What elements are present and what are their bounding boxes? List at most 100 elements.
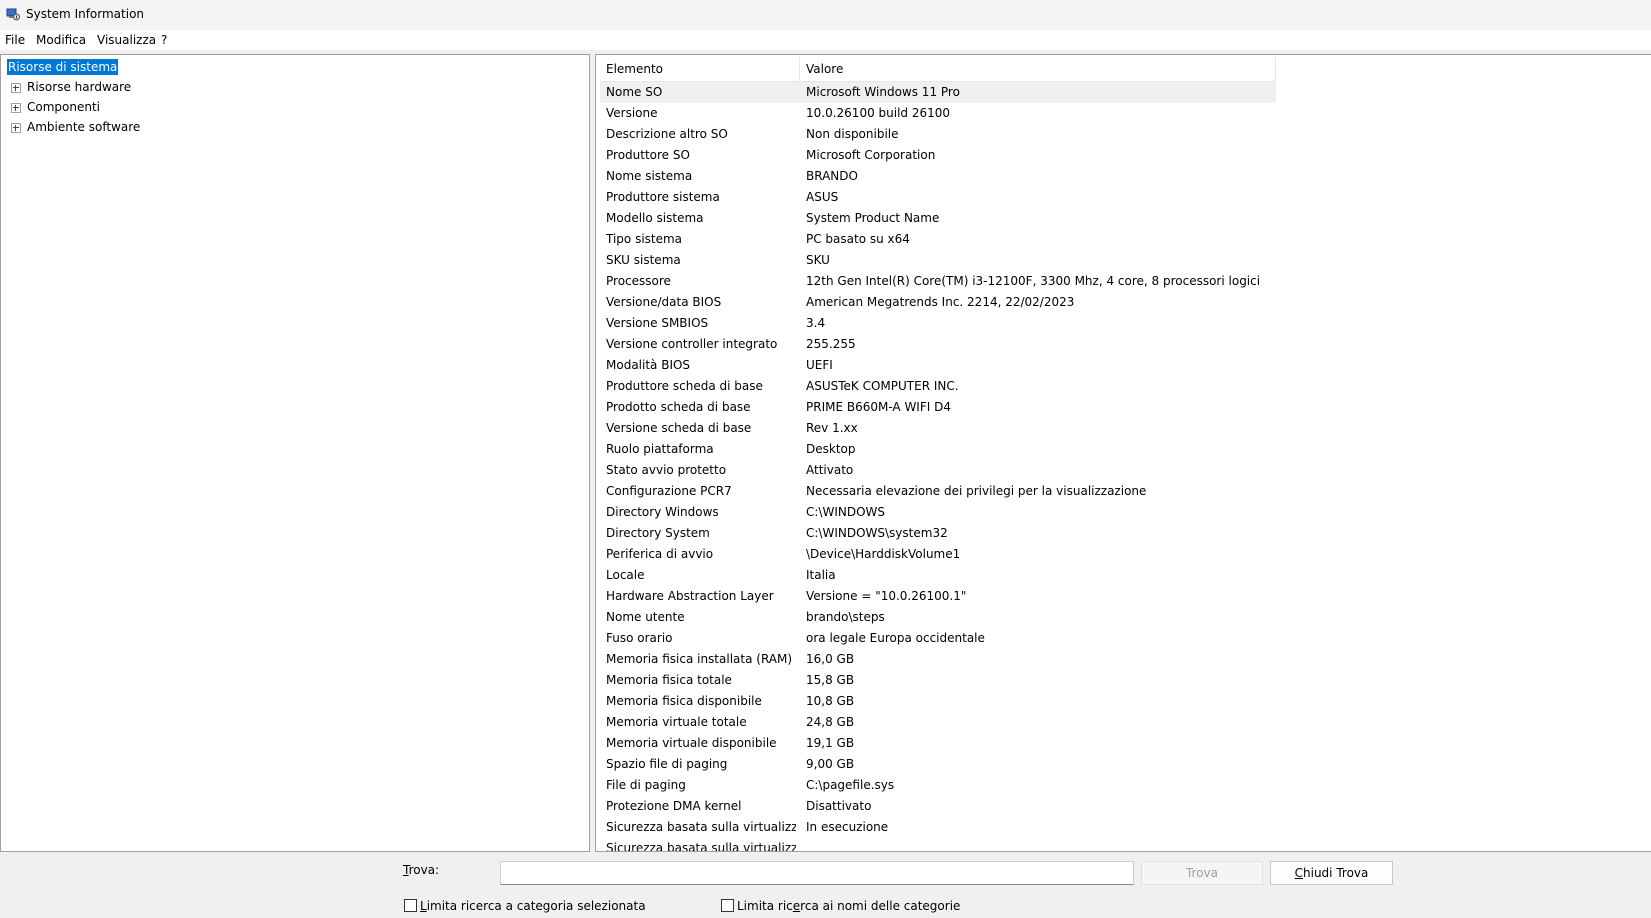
tree-item-hardware-resources[interactable]: Risorse hardware bbox=[11, 79, 131, 95]
table-row[interactable]: Versione SMBIOS 3.4 bbox=[600, 313, 1640, 334]
table-row[interactable]: Produttore SO Microsoft Corporation bbox=[600, 145, 1640, 166]
cell-value: Microsoft Windows 11 Pro bbox=[806, 85, 960, 99]
cell-item: Protezione DMA kernel bbox=[606, 799, 742, 813]
cell-value: ora legale Europa occidentale bbox=[806, 631, 985, 645]
cell-item: Directory Windows bbox=[606, 505, 719, 519]
table-row[interactable]: Memoria fisica disponibile 10,8 GB bbox=[600, 691, 1640, 712]
table-row[interactable]: Periferica di avvio \Device\HarddiskVolum… bbox=[600, 544, 1640, 565]
cell-item: Descrizione altro SO bbox=[606, 127, 728, 141]
table-row[interactable]: Versione 10.0.26100 build 26100 bbox=[600, 103, 1640, 124]
table-row[interactable]: Fuso orario ora legale Europa occidentale bbox=[600, 628, 1640, 649]
column-header-value[interactable]: Valore bbox=[800, 57, 1276, 81]
checkbox-box[interactable] bbox=[404, 899, 417, 912]
menu-help[interactable]: ? bbox=[161, 33, 167, 47]
cell-value: In esecuzione bbox=[806, 820, 889, 834]
close-find-button[interactable]: Chiudi Trova bbox=[1270, 861, 1393, 885]
cell-item: Sicurezza basata sulla virtualizz... bbox=[606, 820, 796, 834]
cell-item: Prodotto scheda di base bbox=[606, 400, 751, 414]
tree-item-label: Risorse hardware bbox=[27, 80, 132, 94]
checkbox-box[interactable] bbox=[721, 899, 734, 912]
tree-item-label: Ambiente software bbox=[27, 120, 141, 134]
table-row[interactable]: Spazio file di paging 9,00 GB bbox=[600, 754, 1640, 775]
cell-item: Modello sistema bbox=[606, 211, 704, 225]
cell-value: 24,8 GB bbox=[806, 715, 855, 729]
cell-value: ASUS bbox=[806, 190, 839, 204]
table-row[interactable]: Configurazione PCR7 Necessaria elevazione… bbox=[600, 481, 1640, 502]
menu-visualizza[interactable]: Visualizza bbox=[97, 33, 156, 47]
cell-value: Non disponibile bbox=[806, 127, 899, 141]
table-row[interactable]: Sicurezza basata sulla virtualizz... In e… bbox=[600, 817, 1640, 838]
table-row[interactable]: Nome sistema BRANDO bbox=[600, 166, 1640, 187]
cell-value: PC basato su x64 bbox=[806, 232, 910, 246]
category-tree[interactable]: Risorse di sistema Risorse hardware Comp… bbox=[0, 54, 590, 852]
table-row[interactable]: Hardware Abstraction Layer Versione = "10… bbox=[600, 586, 1640, 607]
table-row[interactable]: Produttore sistema ASUS bbox=[600, 187, 1640, 208]
cell-value: Disattivato bbox=[806, 799, 872, 813]
table-row[interactable]: Modello sistema System Product Name bbox=[600, 208, 1640, 229]
cell-value: Desktop bbox=[806, 442, 856, 456]
menu-file[interactable]: File bbox=[5, 33, 25, 47]
cell-item: SKU sistema bbox=[606, 253, 681, 267]
table-row[interactable]: Directory System C:\WINDOWS\system32 bbox=[600, 523, 1640, 544]
tree-item-system-summary[interactable]: Risorse di sistema bbox=[5, 58, 120, 76]
table-row[interactable]: Processore 12th Gen Intel(R) Core(TM) i3-… bbox=[600, 271, 1640, 292]
cell-value: 19,1 GB bbox=[806, 736, 855, 750]
column-header-item[interactable]: Elemento bbox=[600, 57, 800, 81]
cell-value: Necessaria elevazione dei privilegi per … bbox=[806, 484, 1147, 498]
table-row[interactable]: Sicurezza basata sulla virtualizz... bbox=[600, 838, 1640, 851]
expand-icon[interactable] bbox=[11, 82, 21, 93]
cell-value: 3.4 bbox=[806, 316, 826, 330]
cell-value: Italia bbox=[806, 568, 836, 582]
details-list[interactable]: Elemento Valore Nome SO Microsoft Windows… bbox=[595, 54, 1651, 852]
table-row[interactable]: Memoria virtuale totale 24,8 GB bbox=[600, 712, 1640, 733]
tree-item-components[interactable]: Componenti bbox=[11, 99, 100, 115]
table-row[interactable]: File di paging C:\pagefile.sys bbox=[600, 775, 1640, 796]
table-row[interactable]: Memoria fisica totale 15,8 GB bbox=[600, 670, 1640, 691]
cell-value: \Device\HarddiskVolume1 bbox=[806, 547, 961, 561]
table-row[interactable]: Versione controller integrato 255.255 bbox=[600, 334, 1640, 355]
limit-names-checkbox[interactable]: Limita ricerca ai nomi delle categorie bbox=[721, 898, 960, 914]
menu-bar: File Modifica Visualizza ? bbox=[0, 30, 1651, 50]
tree-item-software-environment[interactable]: Ambiente software bbox=[11, 119, 140, 135]
cell-value: ASUSTeK COMPUTER INC. bbox=[806, 379, 959, 393]
cell-item: Versione scheda di base bbox=[606, 421, 752, 435]
find-button[interactable]: Trova bbox=[1141, 861, 1263, 885]
table-row[interactable]: Versione/data BIOS American Megatrends In… bbox=[600, 292, 1640, 313]
table-row[interactable]: SKU sistema SKU bbox=[600, 250, 1640, 271]
cell-value: System Product Name bbox=[806, 211, 940, 225]
cell-value: C:\WINDOWS bbox=[806, 505, 886, 519]
cell-item: File di paging bbox=[606, 778, 686, 792]
table-row[interactable]: Tipo sistema PC basato su x64 bbox=[600, 229, 1640, 250]
table-row[interactable]: Memoria virtuale disponibile 19,1 GB bbox=[600, 733, 1640, 754]
cell-value: Attivato bbox=[806, 463, 854, 477]
table-row[interactable]: Produttore scheda di base ASUSTeK COMPUTE… bbox=[600, 376, 1640, 397]
table-row[interactable]: Stato avvio protetto Attivato bbox=[600, 460, 1640, 481]
cell-item: Periferica di avvio bbox=[606, 547, 714, 561]
cell-value: 12th Gen Intel(R) Core(TM) i3-12100F, 33… bbox=[806, 274, 1261, 288]
cell-item: Configurazione PCR7 bbox=[606, 484, 732, 498]
cell-item: Fuso orario bbox=[606, 631, 673, 645]
cell-value: C:\WINDOWS\system32 bbox=[806, 526, 948, 540]
table-row[interactable]: Modalità BIOS UEFI bbox=[600, 355, 1640, 376]
table-row[interactable]: Nome utente brando\steps bbox=[600, 607, 1640, 628]
table-row[interactable]: Descrizione altro SO Non disponibile bbox=[600, 124, 1640, 145]
table-row[interactable]: Versione scheda di base Rev 1.xx bbox=[600, 418, 1640, 439]
cell-item: Memoria fisica disponibile bbox=[606, 694, 762, 708]
expand-icon[interactable] bbox=[11, 122, 21, 133]
find-input[interactable] bbox=[500, 861, 1134, 885]
table-row[interactable]: Locale Italia bbox=[600, 565, 1640, 586]
cell-value: Rev 1.xx bbox=[806, 421, 858, 435]
expand-icon[interactable] bbox=[11, 102, 21, 113]
cell-item: Spazio file di paging bbox=[606, 757, 728, 771]
table-row[interactable]: Memoria fisica installata (RAM) 16,0 GB bbox=[600, 649, 1640, 670]
limit-selected-checkbox[interactable]: Limita ricerca a categoria selezionata bbox=[404, 898, 646, 914]
cell-value: PRIME B660M-A WIFI D4 bbox=[806, 400, 951, 414]
table-row[interactable]: Protezione DMA kernel Disattivato bbox=[600, 796, 1640, 817]
table-row[interactable]: Ruolo piattaforma Desktop bbox=[600, 439, 1640, 460]
cell-value: 15,8 GB bbox=[806, 673, 855, 687]
table-row[interactable]: Directory Windows C:\WINDOWS bbox=[600, 502, 1640, 523]
menu-modifica[interactable]: Modifica bbox=[36, 33, 86, 47]
table-row[interactable]: Nome SO Microsoft Windows 11 Pro bbox=[600, 82, 1276, 103]
cell-item: Memoria fisica totale bbox=[606, 673, 732, 687]
table-row[interactable]: Prodotto scheda di base PRIME B660M-A WIF… bbox=[600, 397, 1640, 418]
